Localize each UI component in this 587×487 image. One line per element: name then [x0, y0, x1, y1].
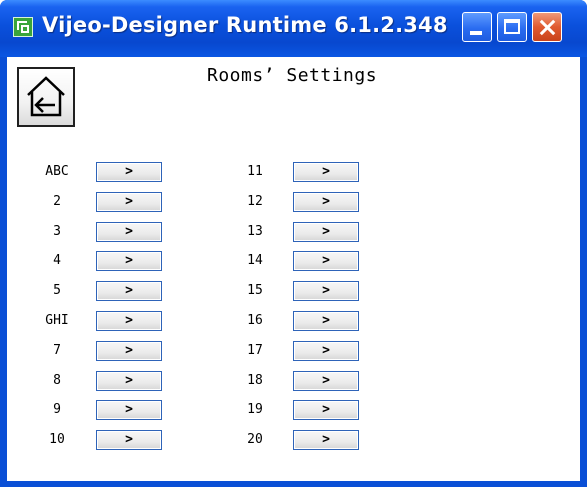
home-back-icon [27, 76, 65, 117]
home-button[interactable] [17, 67, 75, 127]
room-settings-button[interactable]: > [96, 162, 162, 182]
room-label: 8 [53, 372, 61, 388]
screen-title: Rooms’ Settings [207, 65, 378, 86]
room-label: 13 [247, 223, 263, 239]
runtime-screen: Rooms’ Settings ABC >2 >3 >4 >5 > GHI >7 >8 >9 >10… [7, 57, 580, 481]
room-label: 18 [247, 372, 263, 388]
room-label: 7 [53, 342, 61, 358]
room-label: 11 [247, 164, 263, 179]
room-settings-button[interactable]: > [96, 400, 162, 421]
room-settings-button[interactable]: > [293, 191, 359, 212]
room-settings-button[interactable]: > [293, 430, 359, 451]
room-settings-button[interactable]: > [96, 251, 162, 272]
room-settings-button[interactable]: > [293, 370, 359, 391]
room-label: 19 [247, 402, 263, 418]
room-settings-button[interactable]: > [96, 311, 162, 331]
room-settings-button[interactable]: > [96, 191, 162, 212]
room-settings-button[interactable]: > [96, 221, 162, 242]
room-label: 17 [247, 342, 263, 358]
room-label: 9 [53, 402, 61, 418]
room-settings-button[interactable]: > [96, 340, 162, 361]
room-label: 15 [247, 283, 263, 299]
room-settings-button[interactable]: > [293, 340, 359, 361]
room-settings-button[interactable]: > [96, 370, 162, 391]
room-label: 5 [53, 283, 61, 299]
room-label: 10 [49, 432, 65, 448]
app-icon [13, 17, 33, 37]
title-bar[interactable]: Vijeo-Designer Runtime 6.1.2.348 [0, 0, 587, 57]
room-label: 20 [247, 432, 263, 448]
room-label: 3 [53, 223, 61, 239]
room-label: 12 [247, 193, 263, 209]
room-label: GHI [45, 313, 69, 328]
maximize-button[interactable] [497, 12, 527, 42]
window-title: Vijeo-Designer Runtime 6.1.2.348 [42, 13, 448, 37]
room-settings-button[interactable]: > [293, 400, 359, 421]
close-button[interactable] [532, 12, 562, 42]
room-settings-button[interactable]: > [293, 162, 359, 182]
app-window: Vijeo-Designer Runtime 6.1.2.348 Rooms’ … [0, 0, 587, 487]
room-label: 16 [247, 313, 263, 328]
room-label: 2 [53, 193, 61, 209]
room-label: 14 [247, 253, 263, 269]
minimize-button[interactable] [462, 12, 492, 42]
room-settings-button[interactable]: > [293, 311, 359, 331]
room-settings-button[interactable]: > [293, 281, 359, 302]
room-settings-button[interactable]: > [293, 221, 359, 242]
room-settings-button[interactable]: > [96, 281, 162, 302]
room-settings-button[interactable]: > [293, 251, 359, 272]
room-settings-button[interactable]: > [96, 430, 162, 451]
room-label: ABC [45, 164, 69, 179]
room-label: 4 [53, 253, 61, 269]
